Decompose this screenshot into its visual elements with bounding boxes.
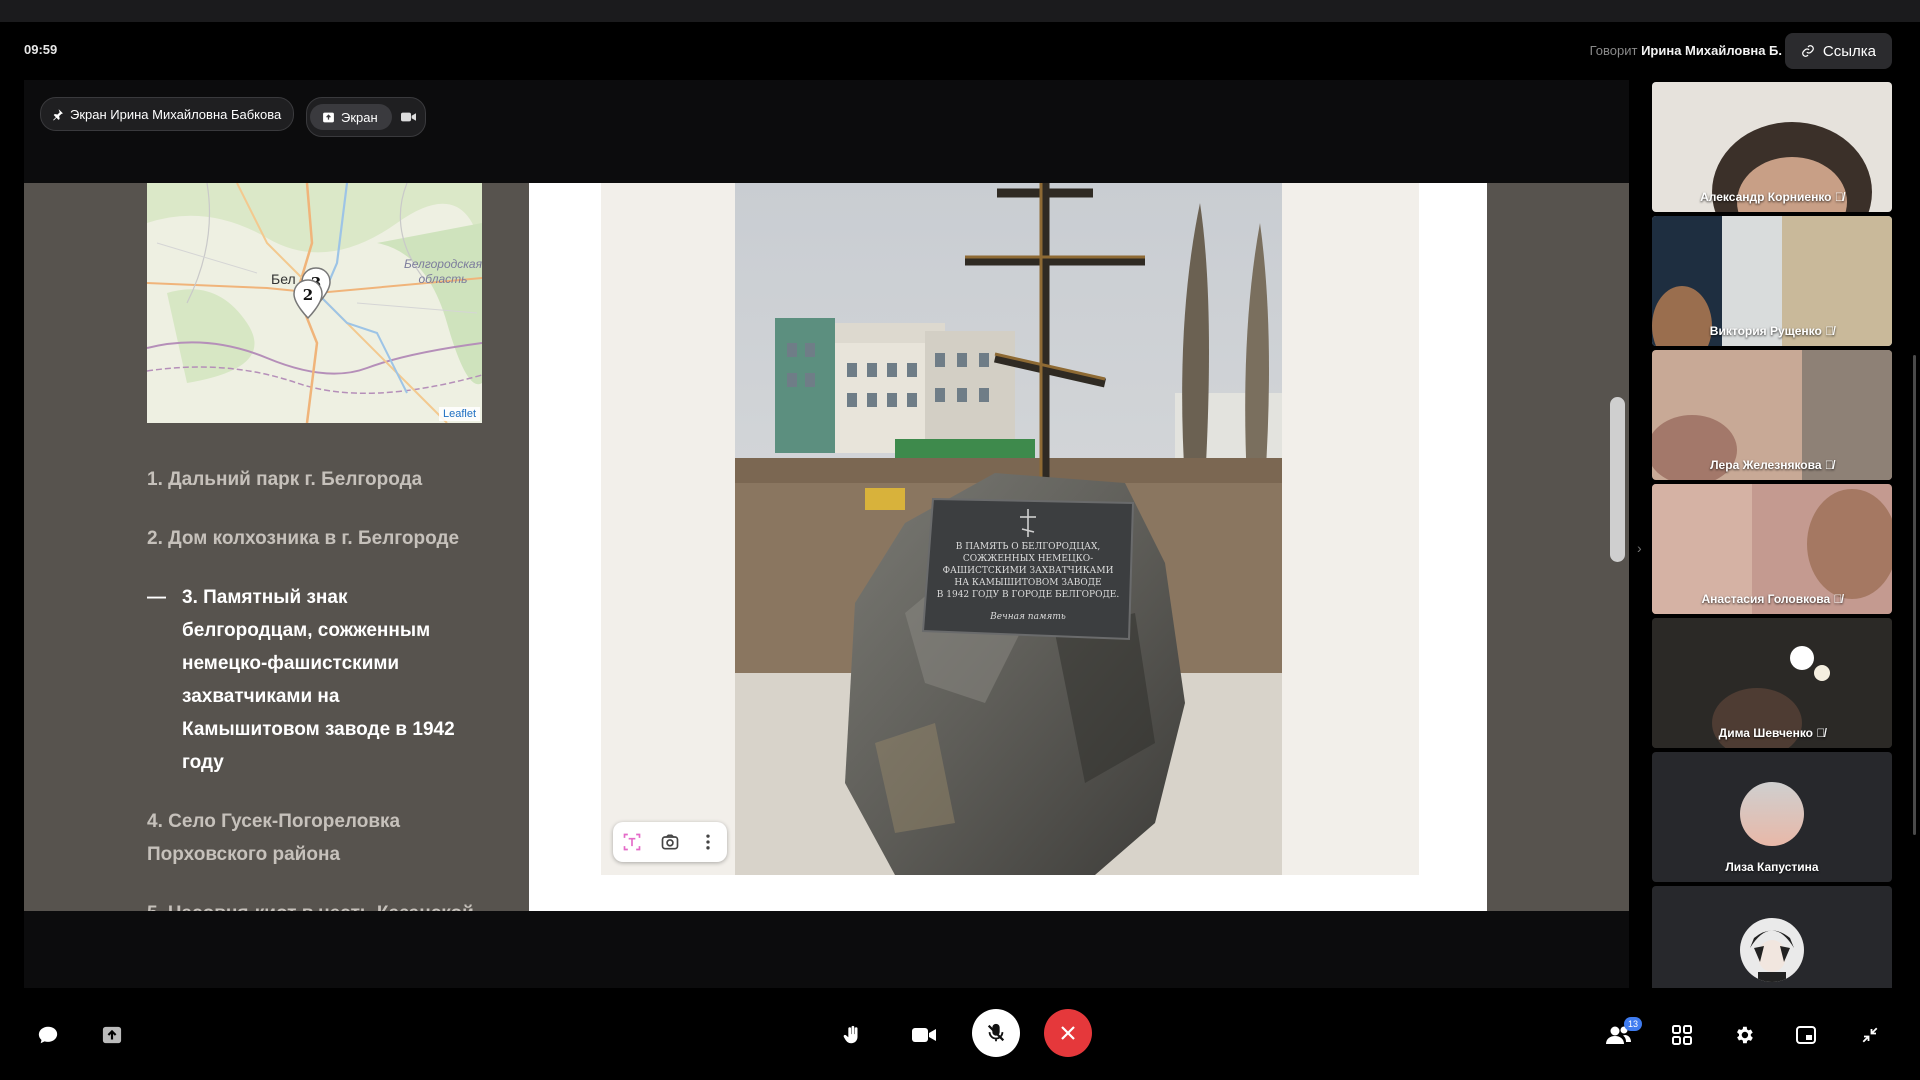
slide-right-panel — [1487, 183, 1629, 911]
chat-icon — [38, 1026, 58, 1044]
mic-off-icon: 🎙̸ — [1833, 592, 1843, 606]
more-options-icon[interactable] — [698, 832, 718, 852]
map-attribution-link[interactable]: Leaflet — [438, 407, 480, 421]
view-switcher: Экран — [306, 97, 426, 137]
participant-name: Лиза Капустина — [1725, 860, 1819, 874]
copy-link-button[interactable]: Ссылка — [1784, 33, 1892, 69]
camera-icon — [401, 112, 417, 122]
pin-icon — [53, 108, 63, 120]
location-item-5[interactable]: 5. Часовня-киот в честь Казанской Божией… — [147, 897, 477, 911]
camera-button[interactable] — [904, 1015, 944, 1055]
copy-link-label: Ссылка — [1822, 42, 1876, 60]
participant-name: Александр Корниенко 🎙̸ — [1700, 190, 1844, 204]
pinned-screen-label: Экран Ирина Михайловна Бабкова — [70, 106, 282, 122]
lens-search-icon[interactable] — [660, 832, 680, 852]
svg-text:СОЖЖЕННЫХ НЕМЕЦКО-: СОЖЖЕННЫХ НЕМЕЦКО- — [963, 554, 1093, 564]
svg-text:В ПАМЯТЬ О БЕЛГОРОДЦАХ,: В ПАМЯТЬ О БЕЛГОРОДЦАХ, — [956, 542, 1101, 552]
avatar-illustration — [1750, 930, 1794, 982]
svg-text:Вечная память: Вечная память — [989, 612, 1066, 622]
location-item-3-text: 3. Памятный знак белгородцам, сожженным … — [182, 587, 455, 773]
mic-off-icon: 🎙̸ — [1834, 190, 1844, 204]
close-icon — [1061, 1026, 1075, 1040]
participants-count-badge: 13 — [1624, 1017, 1642, 1031]
speaking-indicator: Говорит Ирина Михайловна Б. — [1590, 43, 1782, 58]
map-city-label: Бел — [271, 271, 296, 287]
participant-tile[interactable]: Виктория Рущенко 🎙̸ — [1652, 216, 1892, 346]
participant-name: Лера Железнякова 🎙̸ — [1710, 458, 1834, 472]
text-select-icon[interactable] — [622, 832, 642, 852]
clock: 09:59 — [24, 42, 58, 57]
participant-name: Анастасия Головкова 🎙̸ — [1701, 592, 1843, 606]
location-list: 1. Дальний парк г. Белгорода 2. Дом колх… — [147, 463, 477, 911]
location-item-2[interactable]: 2. Дом колхозника в г. Белгороде — [147, 522, 477, 555]
pinned-screen-chip[interactable]: Экран Ирина Михайловна Бабкова — [40, 97, 295, 131]
gear-icon — [1737, 1026, 1753, 1044]
hand-icon — [843, 1025, 858, 1044]
shared-screen: Белгородская область Бел 3 2 Leaflet 1. … — [24, 183, 1629, 911]
participant-name: Дима Шевченко 🎙̸ — [1718, 726, 1826, 740]
link-icon — [1802, 45, 1814, 57]
screen-share-icon — [102, 1026, 122, 1044]
svg-text:НА КАМЫШИТОВОМ ЗАВОДЕ: НА КАМЫШИТОВОМ ЗАВОДЕ — [954, 578, 1101, 588]
map-widget[interactable]: Белгородская область Бел 3 2 Leaflet — [147, 183, 482, 423]
location-item-3-active[interactable]: — 3. Памятный знак белгородцам, сожженны… — [147, 581, 477, 779]
participant-tile[interactable]: Лера Железнякова 🎙̸ — [1652, 350, 1892, 480]
participant-tile[interactable]: Анастасия Головкова 🎙̸ — [1652, 484, 1892, 614]
participants-sidebar: Александр Корниенко 🎙̸ Виктория Рущенко … — [1652, 82, 1894, 988]
camera-view-tab[interactable] — [396, 104, 422, 130]
map-region-label: Белгородская область — [403, 257, 482, 286]
layout-button[interactable] — [1786, 1015, 1826, 1055]
location-item-4[interactable]: 4. Село Гусек-Погореловка Порховского ра… — [147, 805, 477, 871]
participant-name: Виктория Рущенко 🎙̸ — [1709, 324, 1835, 338]
minimize-icon — [1862, 1027, 1878, 1043]
top-strip — [0, 0, 1920, 22]
share-screen-button[interactable] — [92, 1015, 132, 1055]
active-dash: — — [147, 587, 166, 608]
grid-icon — [1672, 1025, 1692, 1045]
sidebar-scrollbar[interactable] — [1913, 355, 1916, 835]
participant-tile[interactable] — [1652, 886, 1892, 988]
svg-text:ФАШИСТСКИМИ ЗАХВАТЧИКАМИ: ФАШИСТСКИМИ ЗАХВАТЧИКАМИ — [943, 566, 1114, 576]
mic-off-icon: 🎙̸ — [1816, 726, 1826, 740]
memorial-photo-illustration: В ПАМЯТЬ О БЕЛГОРОДЦАХ, СОЖЖЕННЫХ НЕМЕЦК… — [735, 183, 1282, 875]
svg-text:2: 2 — [303, 286, 313, 304]
settings-button[interactable] — [1724, 1015, 1764, 1055]
map-marker-2[interactable]: 2 — [293, 279, 323, 319]
layout-icon — [1796, 1026, 1816, 1044]
raise-hand-button[interactable] — [832, 1015, 872, 1055]
speaking-label: Говорит — [1589, 43, 1638, 58]
screen-view-label: Экран — [341, 109, 378, 125]
svg-text:В 1942 ГОДУ В ГОРОДЕ БЕЛГОРОДЕ: В 1942 ГОДУ В ГОРОДЕ БЕЛГОРОДЕ. — [937, 590, 1120, 600]
end-call-button[interactable] — [1044, 1009, 1092, 1057]
avatar — [1740, 782, 1804, 846]
memorial-photo: В ПАМЯТЬ О БЕЛГОРОДЦАХ, СОЖЖЕННЫХ НЕМЕЦК… — [735, 183, 1282, 875]
mic-off-icon — [987, 1023, 1005, 1042]
participant-tile[interactable]: Дима Шевченко 🎙̸ — [1652, 618, 1892, 748]
speaker-name: Ирина Михайловна Б. — [1641, 43, 1782, 58]
slide-left-panel: Белгородская область Бел 3 2 Leaflet 1. … — [24, 183, 529, 911]
mic-off-icon: 🎙̸ — [1825, 324, 1835, 338]
location-item-1[interactable]: 1. Дальний парк г. Белгорода — [147, 463, 477, 496]
participant-tile[interactable]: Лиза Капустина — [1652, 752, 1892, 882]
mic-off-icon: 🎙̸ — [1824, 458, 1834, 472]
collapse-sidebar-chevron-icon[interactable]: › — [1637, 540, 1642, 556]
video-camera-icon — [912, 1028, 936, 1042]
microphone-toggle-button[interactable] — [972, 1009, 1020, 1057]
slide-scrollbar[interactable] — [1610, 397, 1625, 562]
grid-view-button[interactable] — [1662, 1015, 1702, 1055]
chat-button[interactable] — [28, 1015, 68, 1055]
avatar — [1740, 918, 1804, 982]
screen-view-tab[interactable]: Экран — [310, 104, 392, 130]
image-tools-popup — [613, 822, 727, 862]
participant-tile[interactable]: Александр Корниенко 🎙̸ — [1652, 82, 1892, 212]
exit-fullscreen-button[interactable] — [1850, 1015, 1890, 1055]
screen-share-icon — [323, 112, 334, 122]
